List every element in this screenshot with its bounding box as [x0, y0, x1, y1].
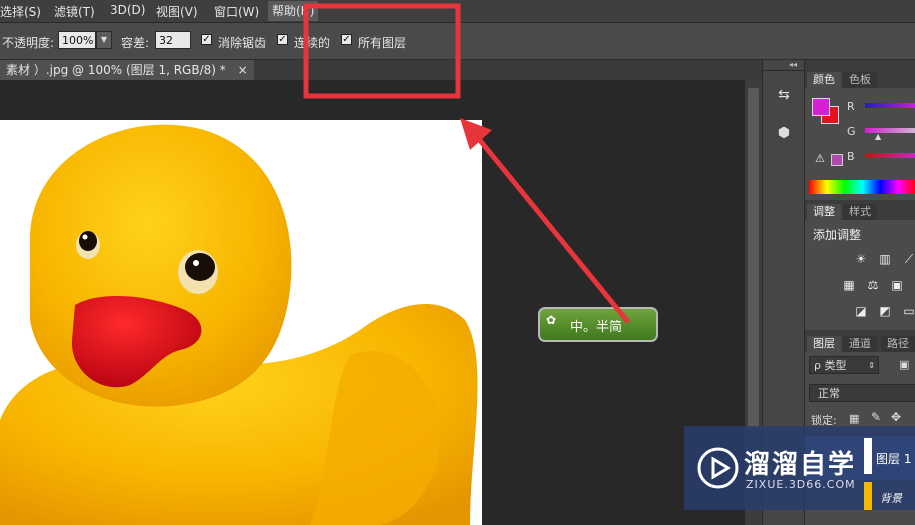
play-logo-icon [697, 447, 739, 489]
layer1-name[interactable]: 图层 1 [876, 450, 911, 467]
highlight-box [303, 3, 461, 99]
tab-color[interactable]: 颜色 [807, 72, 841, 88]
background-thumbnail[interactable] [864, 482, 872, 510]
blend-mode-value: 正常 [818, 387, 840, 400]
lock-brush-icon[interactable]: ✎ [871, 410, 881, 424]
adjustments-panel: 添加调整 ☀ ▥ ⟋ ▦ ⚖ ▣ ◪ ◩ ▭ [805, 220, 915, 330]
balance-icon[interactable]: ⚖ [865, 278, 881, 292]
bw-icon[interactable]: ▣ [889, 278, 905, 292]
collapse-icon[interactable]: ◂◂ [789, 60, 797, 69]
b-slider[interactable] [865, 153, 915, 158]
3d-icon[interactable]: ⬢ [773, 122, 795, 144]
levels-icon[interactable]: ▥ [877, 252, 893, 266]
watermark-name: 溜溜自学 [744, 450, 857, 480]
tab-styles[interactable]: 样式 [843, 204, 877, 220]
blend-mode-select[interactable]: 正常 [809, 384, 915, 402]
warning-icon: ⚠ [815, 152, 825, 165]
g-slider[interactable] [865, 128, 915, 133]
lock-pixels-icon[interactable]: ▦ [849, 412, 859, 425]
lock-position-icon[interactable]: ✥ [891, 410, 901, 424]
kind-dropdown-icon: ⇕ [868, 361, 875, 370]
gradient-map-icon[interactable]: ▭ [901, 304, 915, 318]
arrow-line [472, 131, 630, 324]
arrow-head [460, 118, 492, 150]
layer1-thumbnail[interactable] [864, 438, 872, 474]
tab-channels[interactable]: 通道 [843, 336, 877, 352]
b-label: B [847, 150, 855, 163]
invert-icon[interactable]: ◪ [853, 304, 869, 318]
r-label: R [847, 100, 855, 113]
site-watermark: 溜溜自学 ZIXUE.3D66.COM 图层 1 背景 [684, 426, 915, 510]
tab-paths[interactable]: 路径 [881, 336, 915, 352]
tab-adjustments[interactable]: 调整 [807, 204, 841, 220]
vibrance-icon[interactable]: ▦ [841, 278, 857, 292]
layer-kind-filter[interactable]: ρ 类型 ⇕ [809, 356, 879, 374]
gamut-swatch[interactable] [831, 154, 843, 166]
threshold-icon[interactable]: ◩ [877, 304, 893, 318]
curves-icon[interactable]: ⟋ [901, 252, 915, 266]
layer-kind-label: ρ 类型 [814, 359, 847, 372]
tab-swatches[interactable]: 色板 [843, 72, 877, 88]
add-adjustment-label: 添加调整 [813, 228, 862, 242]
image-filter-icon[interactable]: ▣ [899, 358, 909, 371]
color-spectrum[interactable] [809, 180, 915, 194]
g-slider-thumb-icon[interactable]: ▲ [875, 132, 881, 141]
r-slider[interactable] [865, 103, 915, 108]
tab-layers[interactable]: 图层 [807, 336, 841, 352]
brightness-icon[interactable]: ☀ [853, 252, 869, 266]
history-icon[interactable]: ⇆ [773, 84, 795, 106]
color-panel: R G ▲ ⚠ B [805, 88, 915, 200]
g-label: G [847, 125, 856, 138]
foreground-color-swatch[interactable] [812, 98, 830, 116]
background-layer-name[interactable]: 背景 [880, 490, 902, 506]
watermark-url: ZIXUE.3D66.COM [746, 478, 856, 491]
